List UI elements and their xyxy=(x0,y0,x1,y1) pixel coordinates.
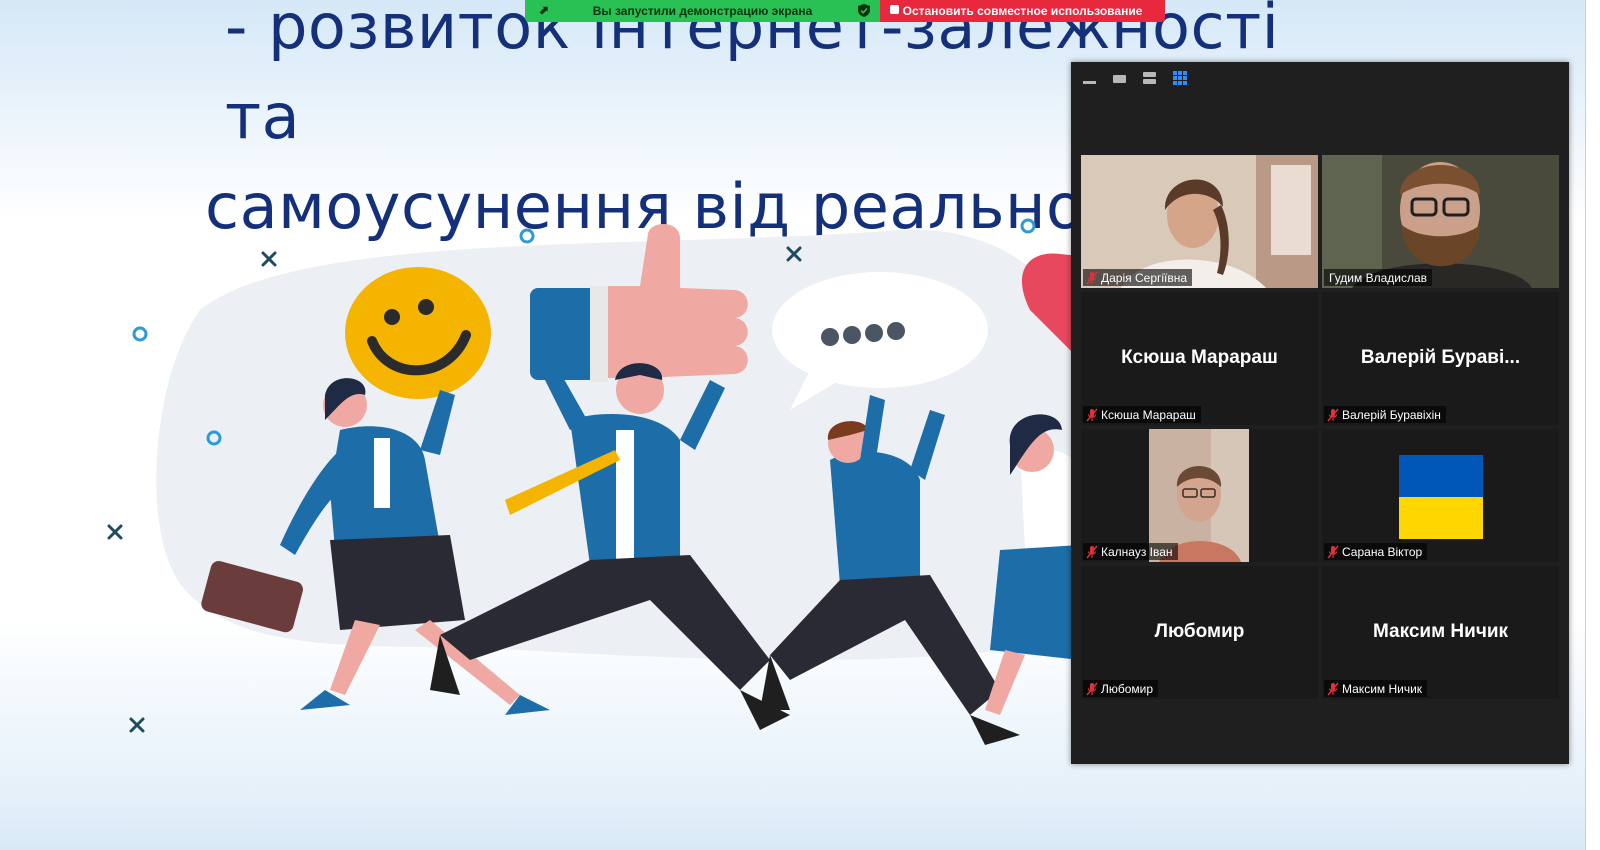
mic-muted-icon xyxy=(1086,271,1098,284)
shield-check-icon xyxy=(858,4,870,17)
participant-name-tag: Гудим Владислав xyxy=(1324,269,1433,286)
share-status-banner[interactable]: ⬈ Вы запустили демонстрацию экрана xyxy=(525,0,880,22)
participant-tile[interactable]: Сарана Віктор xyxy=(1322,429,1559,562)
participant-name: Максим Ничик xyxy=(1342,681,1423,696)
smiley-face xyxy=(345,267,491,399)
participant-name: Любомир xyxy=(1101,681,1154,696)
mic-muted-icon xyxy=(1327,545,1339,558)
participant-display-name: Ксюша Марараш xyxy=(1121,346,1278,368)
participant-grid: Дарія Сергіївна Гудим Владислав Ксюша Ма… xyxy=(1081,155,1559,699)
speaker-view-icon[interactable] xyxy=(1109,68,1131,88)
participant-display-name: Валерій Бураві... xyxy=(1360,346,1521,368)
gallery-view-panel: Дарія Сергіївна Гудим Владислав Ксюша Ма… xyxy=(1071,62,1569,764)
share-screen-icon: ⬈ xyxy=(539,3,550,17)
participant-name-tag: Калнауз Іван xyxy=(1083,543,1178,560)
minimize-icon[interactable] xyxy=(1079,68,1101,88)
participant-name-tag: Ксюша Марараш xyxy=(1083,406,1201,423)
mic-muted-icon xyxy=(1086,408,1098,421)
share-status-text: Вы запустили демонстрацию экрана xyxy=(592,4,813,18)
participant-tile[interactable]: Любомир Любомир xyxy=(1081,566,1318,699)
strip-view-icon[interactable] xyxy=(1139,68,1161,88)
participant-tile[interactable]: Максим Ничик Максим Ничик xyxy=(1322,566,1559,699)
participant-name-tag: Сарана Віктор xyxy=(1324,543,1428,560)
slide-illustration xyxy=(107,218,1080,745)
participant-tile[interactable]: Валерій Бураві... Валерій Буравіхін xyxy=(1322,292,1559,425)
participant-tile[interactable]: Дарія Сергіївна xyxy=(1081,155,1318,288)
mic-muted-icon xyxy=(1086,682,1098,695)
gallery-toolbar xyxy=(1079,68,1191,88)
participant-name-tag: Максим Ничик xyxy=(1324,680,1428,697)
participant-name: Гудим Владислав xyxy=(1329,270,1428,285)
mic-muted-icon xyxy=(1327,408,1339,421)
participant-display-name: Максим Ничик xyxy=(1372,620,1509,642)
participant-name-tag: Валерій Буравіхін xyxy=(1324,406,1446,423)
participant-tile[interactable]: Ксюша Марараш Ксюша Марараш xyxy=(1081,292,1318,425)
participant-name: Валерій Буравіхін xyxy=(1342,407,1441,422)
stop-share-button[interactable]: Остановить совместное использование xyxy=(880,0,1165,22)
participant-name-tag: Дарія Сергіївна xyxy=(1083,269,1193,286)
participant-name-tag: Любомир xyxy=(1083,680,1159,697)
participant-tile-active[interactable]: Калнауз Іван xyxy=(1081,429,1318,562)
participant-tile[interactable]: Гудим Владислав xyxy=(1322,155,1559,288)
gallery-view-icon[interactable] xyxy=(1169,68,1191,88)
participant-name: Дарія Сергіївна xyxy=(1101,270,1188,285)
participant-name: Калнауз Іван xyxy=(1101,544,1173,559)
screen-share-bar: ⬈ Вы запустили демонстрацию экрана Остан… xyxy=(525,0,1165,22)
ukraine-flag-avatar xyxy=(1399,455,1483,539)
window-edge xyxy=(1585,0,1600,850)
mic-muted-icon xyxy=(1086,545,1098,558)
stop-icon xyxy=(890,5,899,14)
stop-share-label: Остановить совместное использование xyxy=(902,4,1143,18)
mic-muted-icon xyxy=(1327,682,1339,695)
participant-name: Сарана Віктор xyxy=(1342,544,1423,559)
participant-display-name: Любомир xyxy=(1154,620,1245,642)
participant-name: Ксюша Марараш xyxy=(1101,407,1196,422)
